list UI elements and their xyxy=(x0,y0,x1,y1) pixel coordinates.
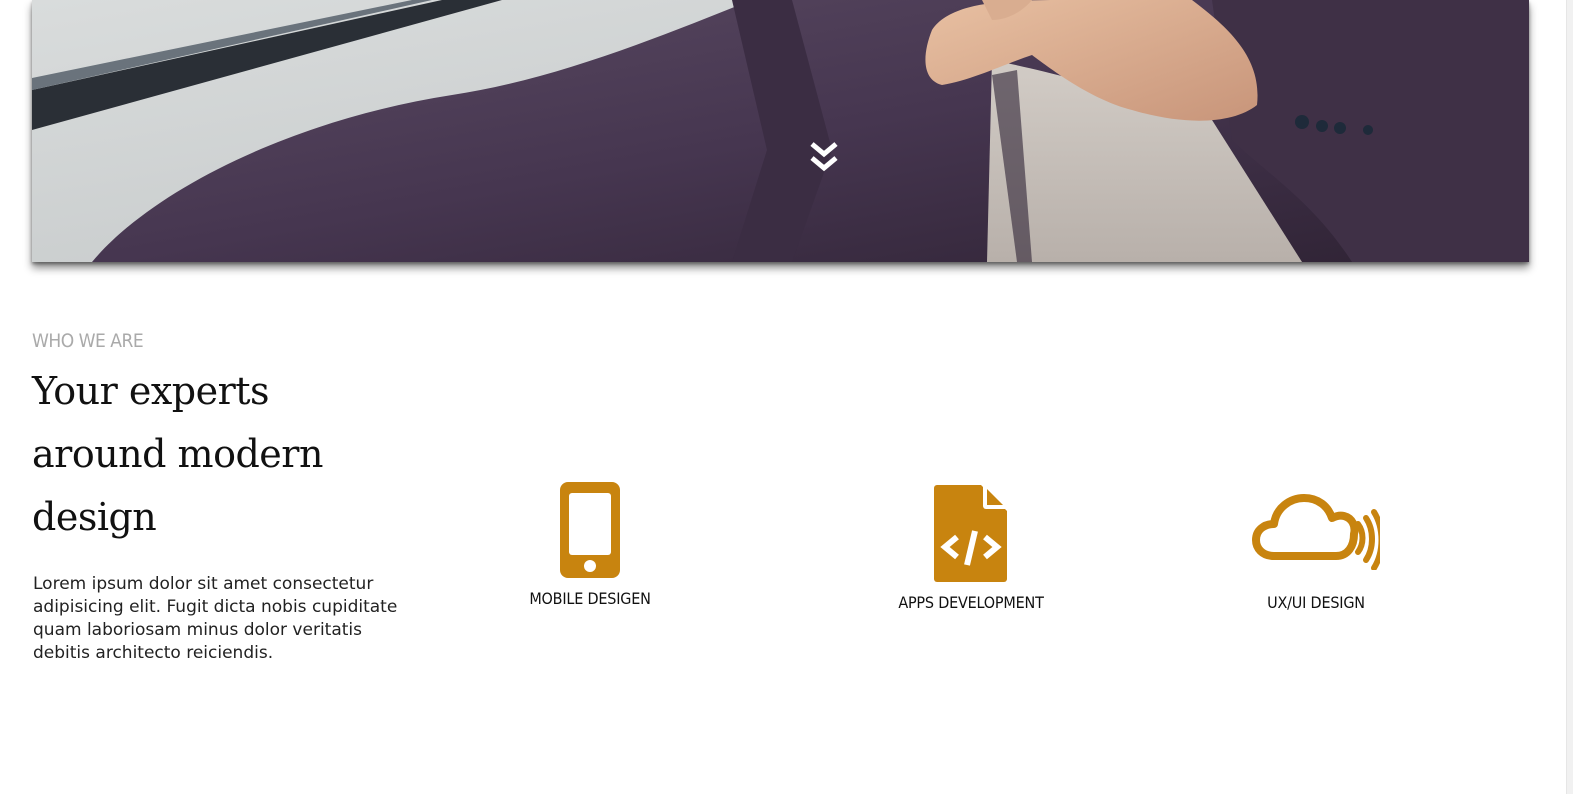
cloud-signal-icon xyxy=(1252,494,1380,570)
mobile-phone-icon xyxy=(560,482,620,578)
code-file-icon xyxy=(934,485,1007,582)
service-apps-development[interactable]: APPS DEVELOPMENT xyxy=(881,483,1061,612)
service-ux-ui-design[interactable]: UX/UI DESIGN xyxy=(1236,494,1396,612)
page-scrollbar[interactable] xyxy=(1566,0,1573,794)
service-label: APPS DEVELOPMENT xyxy=(898,593,1044,612)
section-headline: Your experts around modern design xyxy=(32,369,323,539)
scroll-down-button[interactable] xyxy=(808,140,840,176)
service-label: UX/UI DESIGN xyxy=(1267,593,1365,612)
section-eyebrow: WHO WE ARE xyxy=(32,330,144,352)
double-chevron-down-icon xyxy=(810,142,838,172)
service-mobile-design[interactable]: MOBILE DESIGEN xyxy=(510,480,670,608)
section-intro-text: Lorem ipsum dolor sit amet consectetur a… xyxy=(33,574,398,663)
hero-photo xyxy=(32,0,1529,262)
hero-image xyxy=(32,0,1529,262)
service-label: MOBILE DESIGEN xyxy=(529,589,651,608)
